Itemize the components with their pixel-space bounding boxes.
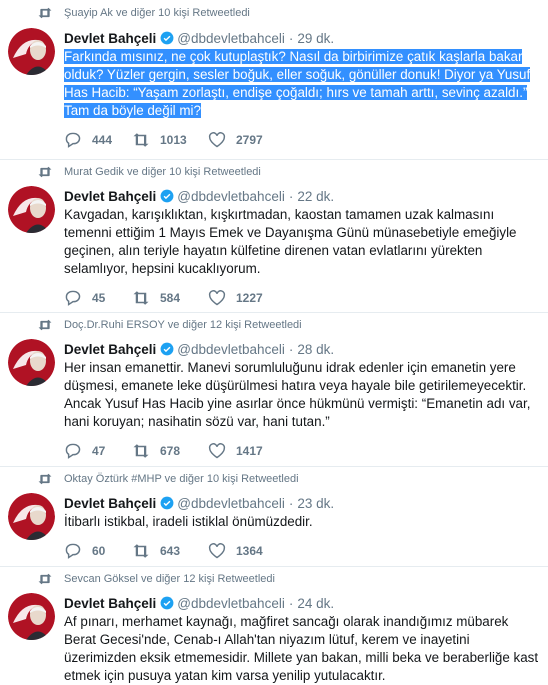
retweet-icon [38,166,52,178]
author-name[interactable]: Devlet Bahçeli [64,31,156,46]
retweet-icon [133,444,149,458]
avatar[interactable] [8,493,55,540]
like-count: 2797 [236,133,263,147]
tweet[interactable]: Şuayip Ak ve diğer 10 kişi Retweetledi D… [0,0,548,160]
reply-count: 60 [92,544,106,558]
retweet-context-text: Murat Gedik ve diğer 10 kişi Retweetledi [64,166,261,178]
retweet-icon [38,473,52,485]
tweet-timestamp[interactable]: 23 dk. [297,496,334,511]
retweet-context[interactable]: Şuayip Ak ve diğer 10 kişi Retweetledi [38,7,250,19]
separator-dot: · [288,595,294,611]
tweet-text: Kavgadan, karışıklıktan, kışkırtmadan, k… [64,207,517,276]
heart-icon [208,132,226,148]
retweet-icon [133,133,149,147]
separator-dot: · [288,341,294,357]
author-name[interactable]: Devlet Bahçeli [64,342,156,357]
like-count: 1227 [236,291,263,305]
reply-count: 45 [92,291,106,305]
retweet-context[interactable]: Sevcan Göksel ve diğer 12 kişi Retweetle… [38,573,275,585]
verified-badge-icon [160,496,174,510]
tweet-timestamp[interactable]: 24 dk. [297,596,334,611]
avatar[interactable] [8,28,55,75]
retweet-button[interactable]: 643 [132,543,208,559]
author-name[interactable]: Devlet Bahçeli [64,189,156,204]
retweet-context[interactable]: Murat Gedik ve diğer 10 kişi Retweetledi [38,166,261,178]
tweet-timestamp[interactable]: 22 dk. [297,189,334,204]
verified-badge-icon [160,342,174,356]
author-name[interactable]: Devlet Bahçeli [64,596,156,611]
heart-icon [208,543,226,559]
tweet-text: Af pınarı, merhamet kaynağı, mağfiret sa… [64,614,539,683]
heart-icon [208,443,226,459]
verified-badge-icon [160,31,174,45]
timeline-feed: Şuayip Ak ve diğer 10 kişi Retweetledi D… [0,0,548,685]
retweet-count: 584 [160,291,181,305]
verified-badge-icon [160,189,174,203]
author-handle[interactable]: @dbdevletbahceli [177,596,285,611]
tweet[interactable]: Oktay Öztürk #MHP ve diğer 10 kişi Retwe… [0,467,548,567]
author-name[interactable]: Devlet Bahçeli [64,496,156,511]
tweet-timestamp[interactable]: 28 dk. [297,342,334,357]
avatar[interactable] [8,593,55,640]
retweet-context-text: Şuayip Ak ve diğer 10 kişi Retweetledi [64,7,250,19]
reply-button[interactable]: 444 [64,132,132,148]
like-button[interactable]: 2797 [208,132,288,148]
avatar[interactable] [8,339,55,386]
tweet[interactable]: Sevcan Göksel ve diğer 12 kişi Retweetle… [0,567,548,685]
like-button[interactable]: 1227 [208,290,288,306]
author-handle[interactable]: @dbdevletbahceli [177,189,285,204]
avatar[interactable] [8,186,55,233]
tweet[interactable]: Murat Gedik ve diğer 10 kişi Retweetledi… [0,160,548,313]
retweet-button[interactable]: 1013 [132,132,208,148]
like-count: 1364 [236,544,263,558]
retweet-icon [133,544,149,558]
author-handle[interactable]: @dbdevletbahceli [177,342,285,357]
retweet-icon [38,7,52,19]
separator-dot: · [288,30,294,46]
author-handle[interactable]: @dbdevletbahceli [177,31,285,46]
retweet-icon [38,319,52,331]
tweet[interactable]: Doç.Dr.Ruhi ERSOY ve diğer 12 kişi Retwe… [0,313,548,467]
retweet-context[interactable]: Doç.Dr.Ruhi ERSOY ve diğer 12 kişi Retwe… [38,319,302,331]
retweet-icon [38,573,52,585]
reply-icon [65,543,81,559]
heart-icon [208,290,226,306]
retweet-count: 643 [160,544,181,558]
retweet-button[interactable]: 584 [132,290,208,306]
tweet-text: Farkında mısınız, ne çok kutuplaştık? Na… [64,48,540,120]
retweet-context-text: Sevcan Göksel ve diğer 12 kişi Retweetle… [64,573,275,585]
like-button[interactable]: 1364 [208,543,288,559]
reply-icon [65,443,81,459]
retweet-context-text: Oktay Öztürk #MHP ve diğer 10 kişi Retwe… [64,473,299,485]
like-count: 1417 [236,444,263,458]
retweet-count: 678 [160,444,181,458]
like-button[interactable]: 1417 [208,443,288,459]
retweet-count: 1013 [160,133,187,147]
verified-badge-icon [160,596,174,610]
reply-icon [65,132,81,148]
tweet-timestamp[interactable]: 29 dk. [297,31,334,46]
retweet-button[interactable]: 678 [132,443,208,459]
reply-icon [65,290,81,306]
reply-button[interactable]: 47 [64,443,132,459]
retweet-context[interactable]: Oktay Öztürk #MHP ve diğer 10 kişi Retwe… [38,473,299,485]
reply-count: 47 [92,444,106,458]
retweet-context-text: Doç.Dr.Ruhi ERSOY ve diğer 12 kişi Retwe… [64,319,302,331]
author-handle[interactable]: @dbdevletbahceli [177,496,285,511]
tweet-text: Her insan emanettir. Manevi sorumluluğun… [64,360,531,429]
reply-count: 444 [92,133,113,147]
separator-dot: · [288,188,294,204]
separator-dot: · [288,495,294,511]
reply-button[interactable]: 45 [64,290,132,306]
tweet-text: İtibarlı istikbal, iradeli istiklal önüm… [64,514,313,529]
selected-text: Farkında mısınız, ne çok kutuplaştık? Na… [64,49,531,118]
retweet-icon [133,291,149,305]
reply-button[interactable]: 60 [64,543,132,559]
